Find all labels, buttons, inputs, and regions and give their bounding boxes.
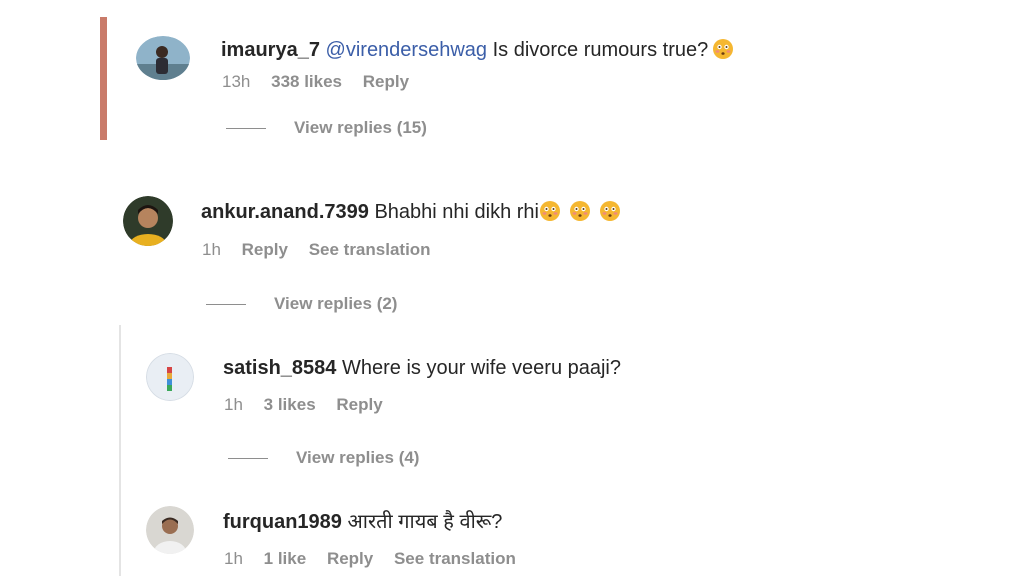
divider (226, 128, 266, 130)
flushed-face-icon (600, 201, 620, 221)
view-replies-label: View replies (15) (294, 118, 427, 137)
avatar[interactable] (146, 353, 194, 401)
avatar[interactable] (123, 196, 173, 246)
comment-time: 1h (224, 549, 243, 568)
see-translation-button[interactable]: See translation (394, 549, 516, 568)
divider (228, 458, 268, 460)
comment-text: Bhabhi nhi dikh rhi (374, 201, 539, 223)
username[interactable]: ankur.anand.7399 (201, 201, 369, 223)
flushed-face-icon (540, 201, 560, 221)
username[interactable]: imaurya_7 (221, 39, 320, 61)
view-replies-button[interactable]: View replies (2) (206, 294, 397, 314)
likes-count[interactable]: 3 likes (264, 395, 316, 414)
reply-button[interactable]: Reply (327, 549, 373, 568)
avatar[interactable] (146, 506, 194, 554)
view-replies-button[interactable]: View replies (15) (226, 118, 427, 138)
comment-time: 1h (202, 240, 221, 259)
mention-link[interactable]: @virendersehwag (326, 39, 488, 61)
comment-time: 1h (224, 395, 243, 414)
reply-button[interactable]: Reply (336, 395, 382, 414)
reply-button[interactable]: Reply (242, 240, 288, 259)
comment-text: आरती गायब है वीरू? (347, 511, 503, 533)
thread-line (119, 325, 121, 576)
flushed-face-icon (570, 201, 590, 221)
likes-count[interactable]: 338 likes (271, 72, 342, 91)
username[interactable]: satish_8584 (223, 357, 336, 379)
comment-time: 13h (222, 72, 251, 91)
flushed-face-icon (713, 39, 734, 59)
highlight-bar (100, 17, 107, 140)
see-translation-button[interactable]: See translation (309, 240, 431, 259)
view-replies-label: View replies (4) (296, 448, 420, 467)
view-replies-label: View replies (2) (274, 294, 398, 313)
comment-text: Where is your wife veeru paaji? (341, 357, 621, 379)
reply-button[interactable]: Reply (363, 72, 409, 91)
likes-count[interactable]: 1 like (264, 549, 307, 568)
view-replies-button[interactable]: View replies (4) (228, 448, 419, 468)
divider (206, 304, 246, 306)
comment-text: Is divorce rumours true? (492, 39, 709, 61)
avatar[interactable] (136, 36, 190, 80)
username[interactable]: furquan1989 (223, 511, 342, 533)
